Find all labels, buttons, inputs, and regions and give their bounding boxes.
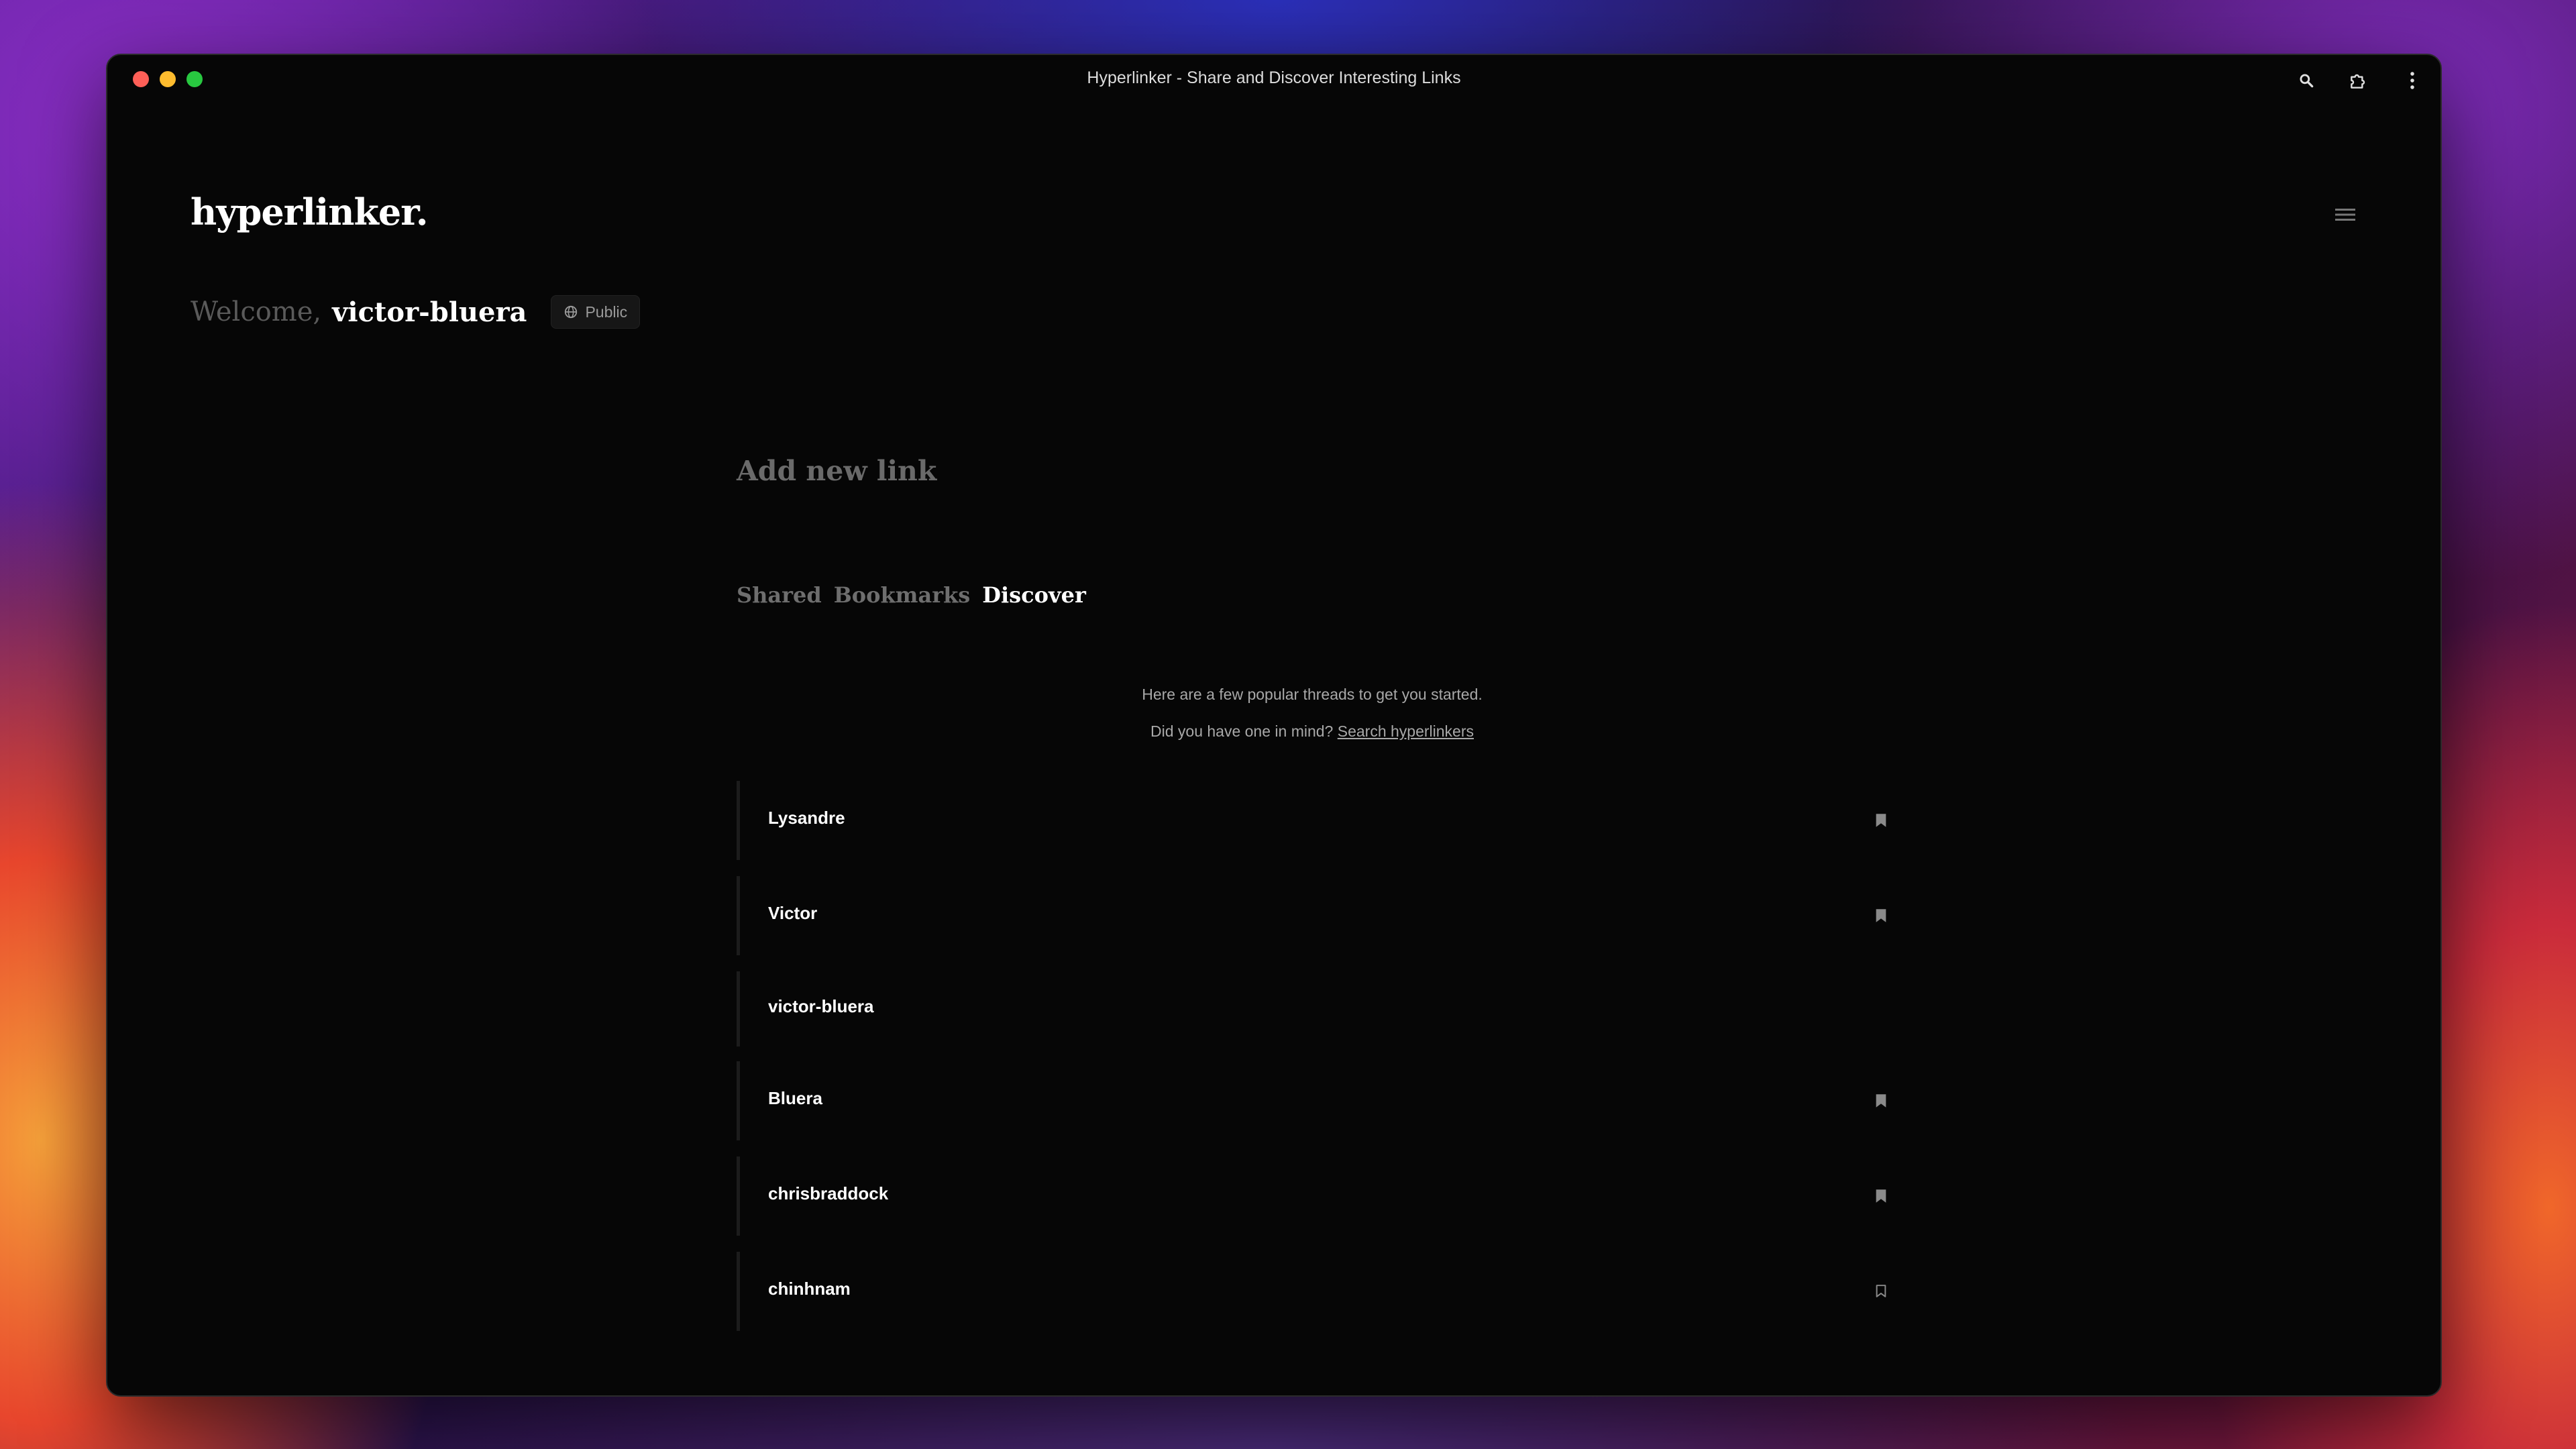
thread-name[interactable]: Lysandre xyxy=(768,808,845,828)
thread-item[interactable]: victor-bluera xyxy=(737,971,1888,1046)
discover-intro: Here are a few popular threads to get yo… xyxy=(737,686,1888,741)
thread-list: Lysandre Victor victor-bluera Bluera chr… xyxy=(737,781,1888,1347)
bookmark-filled-icon[interactable] xyxy=(1871,906,1891,926)
bookmark-filled-icon[interactable] xyxy=(1871,1186,1891,1206)
visibility-label: Public xyxy=(585,303,628,321)
thread-item[interactable]: Victor xyxy=(737,876,1888,955)
thread-name[interactable]: chrisbraddock xyxy=(768,1183,888,1204)
more-vertical-icon[interactable] xyxy=(2399,67,2426,94)
app-logo[interactable]: hyperlinker. xyxy=(191,191,429,233)
intro-text: Here are a few popular threads to get yo… xyxy=(1142,686,1483,703)
welcome-greeting: Welcome, xyxy=(191,297,322,327)
bookmark-filled-icon[interactable] xyxy=(1871,1091,1891,1111)
intro-search-prefix: Did you have one in mind? xyxy=(1150,722,1334,740)
search-hyperlinkers-link[interactable]: Search hyperlinkers xyxy=(1338,722,1474,740)
bookmark-filled-icon[interactable] xyxy=(1871,810,1891,830)
thread-item[interactable]: Bluera xyxy=(737,1061,1888,1140)
thread-name[interactable]: victor-bluera xyxy=(768,996,874,1017)
thread-name[interactable]: chinhnam xyxy=(768,1279,851,1299)
tab-bookmarks[interactable]: Bookmarks xyxy=(834,582,971,608)
search-icon[interactable] xyxy=(2293,67,2320,94)
window-title: Hyperlinker - Share and Discover Interes… xyxy=(1087,68,1461,87)
tab-shared[interactable]: Shared xyxy=(737,582,822,608)
hamburger-menu-icon[interactable] xyxy=(2332,201,2359,228)
tab-bar: Shared Bookmarks Discover xyxy=(737,582,1098,608)
browser-window: Hyperlinker - Share and Discover Interes… xyxy=(106,54,2442,1397)
bookmark-outline-icon[interactable] xyxy=(1871,1281,1891,1301)
extension-icon[interactable] xyxy=(2345,67,2372,94)
title-bar: Hyperlinker - Share and Discover Interes… xyxy=(107,55,2440,105)
welcome-username: victor-bluera xyxy=(332,296,527,328)
globe-icon xyxy=(565,305,578,319)
thread-item[interactable]: chinhnam xyxy=(737,1252,1888,1331)
welcome-heading: Welcome, victor-bluera Public xyxy=(191,295,641,329)
tab-discover[interactable]: Discover xyxy=(982,582,1086,608)
thread-name[interactable]: Victor xyxy=(768,903,817,924)
add-new-link-input[interactable]: Add new link xyxy=(737,455,936,487)
intro-search-prompt: Did you have one in mind? Search hyperli… xyxy=(737,722,1888,741)
thread-item[interactable]: Lysandre xyxy=(737,781,1888,860)
visibility-badge[interactable]: Public xyxy=(551,295,641,329)
thread-item[interactable]: chrisbraddock xyxy=(737,1157,1888,1236)
thread-name[interactable]: Bluera xyxy=(768,1088,822,1109)
